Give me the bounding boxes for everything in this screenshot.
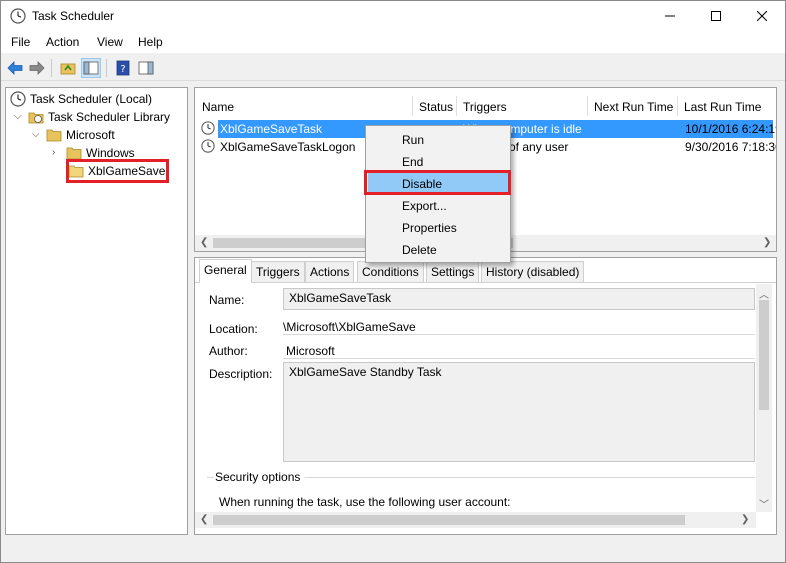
- description-label: Description:: [209, 367, 273, 381]
- task-name: XblGameSaveTaskLogon: [220, 140, 356, 154]
- show-hide-action-pane-icon: [138, 61, 154, 75]
- column-header-name[interactable]: Name: [202, 100, 234, 120]
- chevron-down-icon[interactable]: ⌵: [32, 129, 40, 140]
- menu-bar: File Action View Help: [1, 31, 785, 53]
- forward-button[interactable]: [27, 58, 47, 78]
- column-separator[interactable]: [456, 96, 457, 116]
- chevron-down-icon[interactable]: ⌵: [14, 111, 22, 122]
- column-header-next-run-time[interactable]: Next Run Time: [594, 100, 673, 120]
- tree-item-label: Windows: [86, 146, 135, 160]
- column-header-status[interactable]: Status: [419, 100, 453, 120]
- description-field[interactable]: XblGameSave Standby Task: [283, 362, 755, 462]
- context-menu-run[interactable]: Run: [368, 129, 508, 151]
- tree-item-task-scheduler-local[interactable]: Task Scheduler (Local): [10, 90, 152, 108]
- task-name: XblGameSaveTask: [220, 122, 323, 136]
- folder-icon: [46, 129, 62, 142]
- column-separator[interactable]: [412, 96, 413, 116]
- author-label: Author:: [209, 344, 248, 358]
- task-details: General Triggers Actions Conditions Sett…: [194, 257, 777, 535]
- callout-highlight-xblgamesave: [66, 159, 169, 183]
- scroll-left-icon[interactable]: ❮: [200, 514, 208, 525]
- callout-highlight-disable: [364, 170, 511, 195]
- show-hide-console-tree-icon: [83, 61, 99, 75]
- menu-help[interactable]: Help: [138, 35, 163, 49]
- maximize-button[interactable]: [693, 1, 739, 31]
- folder-up-button[interactable]: [58, 58, 78, 78]
- tab-settings[interactable]: Settings: [426, 261, 480, 282]
- show-hide-console-tree-button[interactable]: [81, 58, 101, 78]
- back-arrow-icon: [7, 61, 23, 75]
- status-bar: [1, 538, 785, 562]
- name-label: Name:: [209, 293, 245, 307]
- chevron-right-icon[interactable]: ›: [52, 147, 55, 158]
- toolbar-separator: [106, 59, 107, 77]
- menu-action[interactable]: Action: [46, 35, 79, 49]
- column-separator[interactable]: [677, 96, 678, 116]
- scroll-right-icon[interactable]: ❯: [741, 514, 749, 525]
- minimize-button[interactable]: [647, 1, 693, 31]
- help-icon: ?: [116, 60, 130, 76]
- show-hide-action-pane-button[interactable]: [136, 58, 156, 78]
- toolbar: ?: [1, 55, 785, 81]
- tree-item-label: Microsoft: [66, 128, 115, 142]
- menu-file[interactable]: File: [11, 35, 30, 49]
- folder-clock-icon: [28, 112, 44, 124]
- tab-triggers[interactable]: Triggers: [251, 261, 305, 282]
- title-bar[interactable]: Task Scheduler: [1, 1, 785, 31]
- scrollbar-thumb[interactable]: [213, 515, 685, 525]
- location-label: Location:: [209, 322, 258, 336]
- tree-item-label: Task Scheduler Library: [48, 110, 171, 124]
- tab-actions[interactable]: Actions: [305, 261, 355, 282]
- context-menu-delete[interactable]: Delete: [368, 239, 508, 261]
- tab-strip-divider: [195, 282, 776, 283]
- back-button[interactable]: [5, 58, 25, 78]
- tree-item-task-scheduler-library[interactable]: Task Scheduler Library: [28, 108, 170, 126]
- tab-general[interactable]: General: [199, 259, 252, 283]
- tab-history[interactable]: History (disabled): [481, 261, 585, 282]
- scrollbar-thumb[interactable]: [759, 300, 769, 410]
- clock-icon: [201, 121, 215, 135]
- svg-text:?: ?: [120, 64, 125, 75]
- scroll-right-icon[interactable]: ❯: [763, 237, 771, 248]
- column-separator[interactable]: [587, 96, 588, 116]
- maximize-icon: [711, 11, 721, 21]
- column-header-last-run-time[interactable]: Last Run Time: [684, 100, 761, 120]
- scroll-left-icon[interactable]: ❮: [200, 237, 208, 248]
- security-account-text: When running the task, use the following…: [219, 495, 511, 509]
- window-title: Task Scheduler: [32, 9, 115, 23]
- author-value: Microsoft: [286, 344, 335, 358]
- console-tree[interactable]: Task Scheduler (Local) ⌵ Task Scheduler …: [5, 87, 188, 535]
- field-divider: [283, 334, 755, 335]
- context-menu-export[interactable]: Export...: [368, 195, 508, 217]
- group-border: [305, 477, 755, 478]
- minimize-icon: [665, 15, 675, 17]
- toolbar-separator: [51, 59, 52, 77]
- group-border: [207, 477, 214, 478]
- clock-icon: [201, 139, 215, 153]
- tree-item-label: Task Scheduler (Local): [30, 92, 153, 106]
- security-options-label: Security options: [215, 470, 301, 484]
- clock-icon: [10, 8, 26, 24]
- folder-up-icon: [60, 63, 76, 75]
- task-last-run-time: 10/1/2016 6:24:19: [685, 122, 777, 136]
- tab-conditions[interactable]: Conditions: [357, 261, 424, 282]
- scroll-up-icon[interactable]: ︿: [759, 286, 769, 301]
- menu-view[interactable]: View: [97, 35, 123, 49]
- name-field[interactable]: XblGameSaveTask: [283, 288, 755, 310]
- clock-icon: [10, 91, 26, 107]
- column-header-triggers[interactable]: Triggers: [463, 100, 507, 120]
- field-divider: [283, 358, 755, 359]
- close-icon: [757, 11, 767, 21]
- close-button[interactable]: [739, 1, 785, 31]
- context-menu-properties[interactable]: Properties: [368, 217, 508, 239]
- location-value: \Microsoft\XblGameSave: [283, 320, 416, 334]
- task-last-run-time: 9/30/2016 7:18:30: [685, 140, 777, 154]
- vertical-scrollbar[interactable]: ︿ ﹀: [756, 284, 772, 512]
- scroll-down-icon[interactable]: ﹀: [759, 496, 769, 511]
- help-button[interactable]: ?: [113, 58, 133, 78]
- forward-arrow-icon: [29, 61, 45, 75]
- tree-item-microsoft[interactable]: Microsoft: [46, 126, 115, 144]
- task-scheduler-window: Task Scheduler File Action View Help ? T…: [0, 0, 786, 563]
- horizontal-scrollbar[interactable]: ❮ ❯: [195, 512, 756, 528]
